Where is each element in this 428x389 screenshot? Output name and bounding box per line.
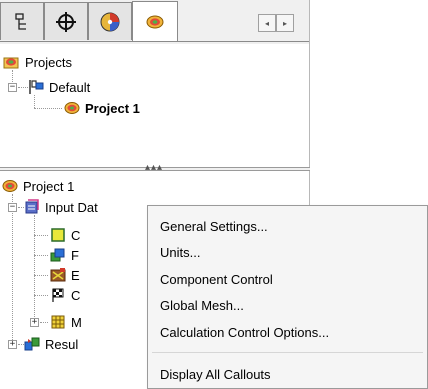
menu-item-display-all-callouts[interactable]: Display All Callouts (148, 362, 427, 386)
tree-item-project-1-root[interactable]: Project 1 (2, 176, 74, 196)
scroll-right-button[interactable]: ▸ (276, 14, 294, 32)
project-icon (2, 180, 18, 192)
tab-results[interactable] (88, 2, 132, 40)
flag-icon (29, 80, 44, 94)
tree-label-default: Default (49, 79, 91, 95)
menu-separator (152, 352, 423, 353)
collapse-toggle-input-data[interactable]: − (8, 203, 17, 212)
tab-target[interactable] (44, 2, 88, 40)
chevron-right-icon: ▸ (282, 18, 287, 28)
menu-item-units[interactable]: Units... (148, 240, 427, 264)
menu-label-global-mesh: Global Mesh... (160, 297, 244, 313)
tab-baseline (0, 41, 310, 42)
tree-line (34, 235, 48, 236)
tree-line (34, 95, 35, 108)
tab-strip: ◂ ▸ (0, 0, 310, 44)
input-data-icon (25, 199, 39, 214)
collapse-toggle-default[interactable]: − (8, 83, 17, 92)
expand-toggle-mesh[interactable]: + (30, 318, 39, 327)
crosshair-icon (56, 11, 76, 32)
tree-item-child-3[interactable]: E (50, 265, 80, 285)
context-menu: General Settings... Units... Component C… (147, 205, 428, 389)
tree-line (18, 87, 28, 88)
tree-label-input-data: Input Dat (45, 199, 98, 215)
flow-icon (50, 248, 65, 262)
project-icon (64, 102, 80, 114)
tree-label-child-2: F (71, 247, 79, 263)
results-sphere-icon (100, 12, 120, 31)
projects-icon (146, 15, 164, 28)
tree-item-child-1[interactable]: C (50, 225, 80, 245)
tab-projects[interactable] (132, 1, 178, 41)
menu-label-units: Units... (160, 244, 201, 260)
menu-item-calculation-control-options[interactable]: Calculation Control Options... (148, 320, 427, 344)
tree-item-project-1[interactable]: Project 1 (64, 98, 140, 118)
tab-scroll-buttons: ◂ ▸ (258, 14, 294, 32)
menu-item-general-settings[interactable]: General Settings... (148, 214, 427, 238)
tree-item-projects[interactable]: Projects (2, 52, 72, 72)
tree-label-child-4: C (71, 287, 81, 303)
scroll-left-button[interactable]: ◂ (258, 14, 276, 32)
menu-label-component-control: Component Control (160, 271, 273, 287)
tree-line (34, 295, 48, 296)
tree-label-results: Resul (45, 336, 79, 352)
tree-label-project-1: Project 1 (85, 100, 140, 116)
boundary-icon (50, 268, 66, 282)
tree-line (34, 255, 48, 256)
mesh-icon (51, 315, 65, 329)
tree-item-results[interactable]: Resul (24, 334, 78, 354)
results-icon (24, 337, 40, 351)
projects-folder-icon (3, 57, 19, 69)
tree-icon (15, 12, 26, 30)
chevron-left-icon: ◂ (264, 18, 269, 28)
tree-line (34, 108, 62, 109)
tree-item-child-5[interactable]: M (50, 312, 82, 332)
tree-item-child-2[interactable]: F (50, 245, 79, 265)
menu-label-general-settings: General Settings... (160, 218, 268, 234)
tree-item-child-4[interactable]: C (50, 285, 80, 305)
component-icon (51, 228, 65, 242)
menu-item-global-mesh[interactable]: Global Mesh... (148, 293, 427, 317)
tree-line (34, 215, 35, 325)
tree-line (12, 194, 13, 344)
tree-line (40, 322, 48, 323)
tree-item-default[interactable]: Default (28, 77, 90, 97)
tree-label-projects: Projects (25, 54, 72, 70)
splitter-grip-icon: ▴▴▴ (145, 162, 164, 173)
tree-label-project-1-root: Project 1 (23, 178, 75, 194)
tree-label-child-3: E (71, 267, 80, 283)
expand-toggle-results[interactable]: + (8, 340, 17, 349)
tree-label-child-1: C (71, 227, 81, 243)
tree-item-input-data[interactable]: Input Dat (24, 197, 98, 217)
menu-label-calculation-control-options: Calculation Control Options... (160, 324, 330, 340)
menu-label-display-all-callouts: Display All Callouts (160, 366, 271, 382)
tree-label-child-5: M (71, 314, 82, 330)
menu-item-component-control[interactable]: Component Control (148, 267, 427, 291)
tab-tree[interactable] (0, 2, 44, 40)
checker-flag-icon (52, 288, 64, 302)
tree-line (34, 275, 48, 276)
